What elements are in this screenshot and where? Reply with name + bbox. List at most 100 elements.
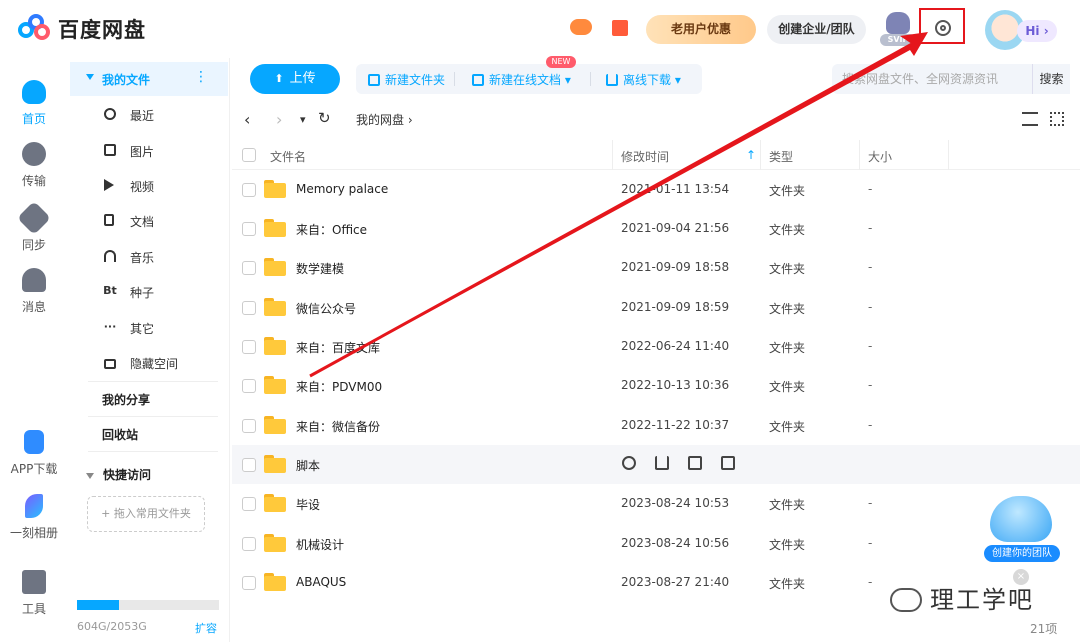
refresh-icon[interactable]: ↻ xyxy=(318,109,331,127)
new-folder-button[interactable]: 新建文件夹 xyxy=(368,71,445,88)
search-input[interactable] xyxy=(832,64,1032,94)
history-dropdown-icon[interactable]: ▾ xyxy=(300,113,306,126)
sidebar-item-videos[interactable]: 视频 xyxy=(100,171,220,201)
table-row[interactable]: 来自：微信备份 2022-11-22 10:37 文件夹 - xyxy=(232,406,1080,445)
download-icon[interactable] xyxy=(655,456,669,470)
back-icon[interactable]: ‹ xyxy=(244,110,250,129)
team-cloud-icon xyxy=(990,496,1052,542)
nav-item-album[interactable]: 一刻相册 xyxy=(0,494,68,541)
search-button[interactable]: 搜索 xyxy=(1032,64,1070,94)
grid-view-icon[interactable] xyxy=(1050,112,1064,126)
sidebar-item-images[interactable]: 图片 xyxy=(100,136,220,166)
create-team-button[interactable]: 创建企业/团队 xyxy=(767,15,866,44)
file-name[interactable]: 来自：PDVM00 xyxy=(296,378,382,395)
table-row-hovered[interactable]: 脚本 xyxy=(232,445,1080,484)
sidebar-item-torrents[interactable]: Bt 种子 xyxy=(100,277,220,307)
row-checkbox[interactable] xyxy=(242,340,256,354)
file-name[interactable]: 脚本 xyxy=(296,457,320,474)
nav-item-sync[interactable]: 同步 xyxy=(0,201,68,253)
file-name[interactable]: 来自：百度文库 xyxy=(296,339,380,356)
file-name[interactable]: 数学建模 xyxy=(296,260,344,277)
nav-item-messages[interactable]: 消息 xyxy=(0,268,68,315)
modified-time: 2023-08-24 10:53 xyxy=(621,496,730,510)
table-row[interactable]: 数学建模 2021-09-09 18:58 文件夹 - xyxy=(232,248,1080,287)
table-row[interactable]: 来自：百度文库 2022-06-24 11:40 文件夹 - xyxy=(232,327,1080,366)
sidebar-item-recent[interactable]: 最近 xyxy=(100,100,220,130)
file-type: 文件夹 xyxy=(769,577,806,591)
nav-item-home[interactable]: 首页 xyxy=(0,80,68,127)
col-header-modified[interactable]: 修改时间 xyxy=(621,148,669,165)
main-content: 上传 新建文件夹 新建在线文档 ▾ NEW 离线下载 ▾ 搜索 ‹ › ▾ ↻ … xyxy=(232,56,1080,642)
sidebar-item-music[interactable]: 音乐 xyxy=(100,242,220,272)
row-checkbox[interactable] xyxy=(242,261,256,275)
sidebar-item-hidden-space[interactable]: 隐藏空间 xyxy=(100,348,220,378)
expand-storage-link[interactable]: 扩容 xyxy=(195,620,217,636)
delete-icon[interactable] xyxy=(688,456,702,470)
file-name[interactable]: 毕设 xyxy=(296,496,320,513)
file-name[interactable]: Memory palace xyxy=(296,182,388,196)
my-files-header[interactable]: 我的文件 ⋮ xyxy=(70,62,228,96)
sidebar-item-label: 隐藏空间 xyxy=(130,357,179,371)
folder-icon xyxy=(264,573,286,591)
rename-icon[interactable] xyxy=(721,456,735,470)
sidebar-item-others[interactable]: ··· 其它 xyxy=(100,313,220,343)
file-name[interactable]: ABAQUS xyxy=(296,575,346,589)
nav-item-transfer[interactable]: 传输 xyxy=(0,142,68,189)
table-row[interactable]: 微信公众号 2021-09-09 18:59 文件夹 - xyxy=(232,288,1080,327)
offline-download-button[interactable]: 离线下载 ▾ xyxy=(606,71,681,88)
row-checkbox[interactable] xyxy=(242,222,256,236)
share-icon[interactable] xyxy=(622,456,636,470)
col-header-type[interactable]: 类型 xyxy=(769,148,793,165)
sort-asc-icon[interactable]: ↑ xyxy=(746,148,756,162)
watermark: 理工学吧 xyxy=(890,580,1034,615)
file-category-sidebar: 我的文件 ⋮ 最近 图片 视频 文档 音乐 Bt 种子 ··· 其它 隐藏空间 … xyxy=(70,58,230,642)
select-all-checkbox[interactable] xyxy=(242,148,256,162)
game-icon[interactable] xyxy=(570,19,592,35)
message-icon xyxy=(22,268,46,292)
col-header-size[interactable]: 大小 xyxy=(868,148,892,165)
sidebar-item-my-share[interactable]: 我的分享 xyxy=(102,391,150,408)
row-checkbox[interactable] xyxy=(242,497,256,511)
file-name[interactable]: 微信公众号 xyxy=(296,300,356,317)
table-row[interactable]: 来自：Office 2021-09-04 21:56 文件夹 - xyxy=(232,209,1080,248)
forward-icon[interactable]: › xyxy=(276,110,282,129)
more-options-icon[interactable]: ⋮ xyxy=(194,69,208,85)
row-checkbox[interactable] xyxy=(242,183,256,197)
table-row[interactable]: 来自：PDVM00 2022-10-13 10:36 文件夹 - xyxy=(232,366,1080,405)
file-name[interactable]: 来自：Office xyxy=(296,221,367,238)
upload-button[interactable]: 上传 xyxy=(250,64,340,94)
sort-list-icon[interactable] xyxy=(1022,112,1038,126)
row-checkbox[interactable] xyxy=(242,419,256,433)
breadcrumb[interactable]: 我的网盘 xyxy=(356,111,413,128)
file-name[interactable]: 机械设计 xyxy=(296,536,344,553)
settings-icon[interactable] xyxy=(935,20,951,36)
row-checkbox[interactable] xyxy=(242,576,256,590)
row-checkbox[interactable] xyxy=(242,458,256,472)
table-row[interactable]: 毕设 2023-08-24 10:53 文件夹 - xyxy=(232,484,1080,523)
nav-item-tools[interactable]: 工具 xyxy=(0,570,68,617)
quick-access-header[interactable]: 快捷访问 xyxy=(86,466,151,483)
nav-item-app-download[interactable]: APP下载 xyxy=(0,430,68,477)
col-header-name[interactable]: 文件名 xyxy=(270,148,306,165)
file-size: - xyxy=(868,575,873,589)
sidebar-item-documents[interactable]: 文档 xyxy=(100,206,220,236)
album-icon xyxy=(25,494,43,518)
hi-badge[interactable]: Hi › xyxy=(1017,20,1057,42)
table-row[interactable]: Memory palace 2021-01-11 13:54 文件夹 - xyxy=(232,170,1080,209)
headphones-icon xyxy=(104,250,116,262)
sidebar-item-recycle-bin[interactable]: 回收站 xyxy=(102,426,138,443)
gift-icon[interactable] xyxy=(612,20,628,36)
promo-button[interactable]: 老用户优惠 xyxy=(646,15,756,44)
app-logo[interactable]: 百度网盘 xyxy=(18,14,146,44)
svip-badge[interactable]: SVIP xyxy=(880,10,916,46)
modified-time: 2021-09-09 18:59 xyxy=(621,300,730,314)
quick-access-drop-zone[interactable]: + 拖入常用文件夹 xyxy=(87,496,205,532)
table-row[interactable]: 机械设计 2023-08-24 10:56 文件夹 - xyxy=(232,524,1080,563)
row-checkbox[interactable] xyxy=(242,379,256,393)
document-icon xyxy=(104,214,114,226)
new-online-doc-button[interactable]: 新建在线文档 ▾ xyxy=(472,71,571,88)
create-team-widget[interactable]: 创建你的团队 xyxy=(984,492,1060,564)
file-name[interactable]: 来自：微信备份 xyxy=(296,418,380,435)
row-checkbox[interactable] xyxy=(242,301,256,315)
row-checkbox[interactable] xyxy=(242,537,256,551)
